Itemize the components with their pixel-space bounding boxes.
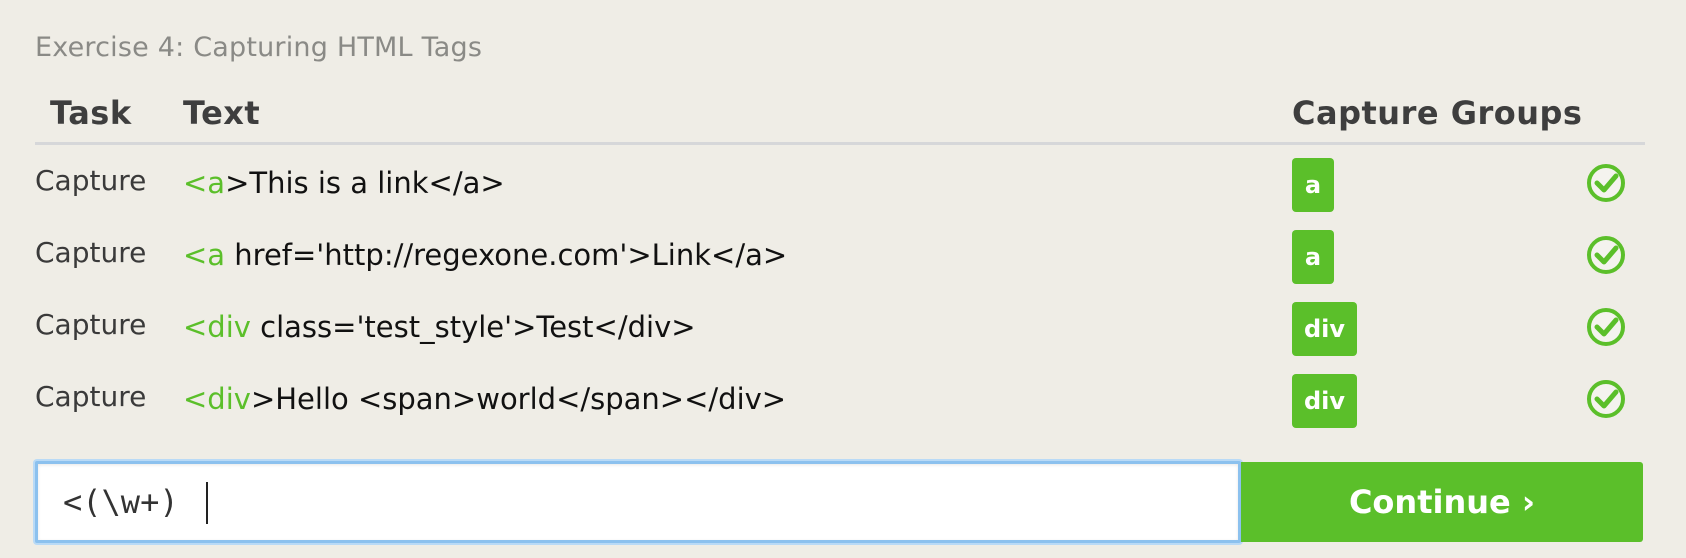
continue-button[interactable]: Continue › [1241, 462, 1643, 542]
header-task: Task [50, 94, 132, 132]
row-text-match: <a [183, 238, 226, 272]
row-text: <div class='test_style'>Test</div> [183, 310, 696, 344]
capture-group-badge: a [1292, 230, 1334, 284]
exercise-title: Exercise 4: Capturing HTML Tags [35, 32, 483, 63]
capture-group-badge: div [1292, 374, 1358, 428]
row-task: Capture [35, 308, 147, 341]
check-icon [1587, 308, 1625, 346]
row-text: <a href='http://regexone.com'>Link</a> [183, 238, 787, 272]
row-text-match: <a [183, 166, 226, 200]
capture-group-badge: div [1292, 302, 1358, 356]
row-text-rest: class='test_style'>Test</div> [250, 310, 696, 344]
exercise-panel: Exercise 4: Capturing HTML Tags Task Tex… [0, 0, 1686, 558]
table-header: Task Text Capture Groups [35, 92, 1645, 145]
header-text: Text [183, 94, 261, 132]
check-icon [1587, 164, 1625, 202]
header-capture-groups: Capture Groups [1292, 94, 1583, 132]
table-row: Capture <a href='http://regexone.com'>Li… [35, 226, 1645, 298]
regex-input-container[interactable] [35, 461, 1241, 543]
row-text-rest: >Hello <span>world</span></div> [250, 382, 787, 416]
regex-input[interactable] [63, 478, 1203, 526]
check-icon [1587, 236, 1625, 274]
check-icon [1587, 380, 1625, 418]
row-text: <div>Hello <span>world</span></div> [183, 382, 786, 416]
row-text: <a>This is a link</a> [183, 166, 505, 200]
row-task: Capture [35, 164, 147, 197]
capture-group-badge: a [1292, 158, 1334, 212]
row-task: Capture [35, 236, 147, 269]
row-text-match: <div [183, 310, 251, 344]
table-row: Capture <div class='test_style'>Test</di… [35, 298, 1645, 370]
table-row: Capture <div>Hello <span>world</span></d… [35, 370, 1645, 442]
row-text-rest: href='http://regexone.com'>Link</a> [225, 238, 788, 272]
row-text-match: <div [183, 382, 251, 416]
row-text-rest: >This is a link</a> [225, 166, 505, 200]
text-caret [206, 482, 208, 524]
row-task: Capture [35, 380, 147, 413]
table-row: Capture <a>This is a link</a> a [35, 154, 1645, 226]
